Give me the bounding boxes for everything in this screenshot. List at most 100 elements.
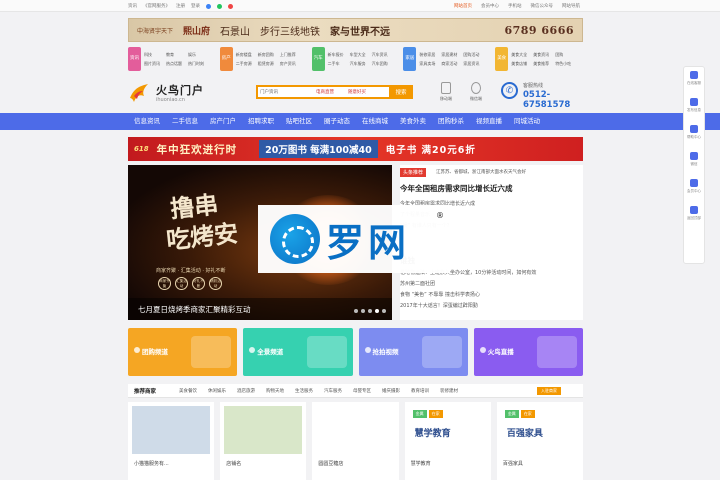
nav-item-7[interactable]: 美食外卖 xyxy=(394,113,432,130)
category-link[interactable]: 二手房源 xyxy=(236,61,252,67)
category-link[interactable]: 美食资讯 xyxy=(533,52,549,58)
slider-dot[interactable] xyxy=(368,309,372,313)
headline-item[interactable]: 食物 “美色” 不靠靠 撞击科学表扬心 xyxy=(400,290,583,301)
top-link-login[interactable]: 登录 xyxy=(191,3,200,9)
category-link[interactable]: 家具卖场 xyxy=(419,61,435,67)
category-link[interactable]: 汽车服务 xyxy=(350,61,366,67)
slider-dot[interactable] xyxy=(354,309,358,313)
category-link[interactable]: 美食推荐 xyxy=(533,61,549,67)
product-card[interactable]: 店铺名 xyxy=(220,402,307,480)
category-link[interactable]: 装修家居 xyxy=(419,52,435,58)
category-link[interactable]: 科技 xyxy=(144,52,160,58)
sidebar-item[interactable]: 微信 xyxy=(684,148,704,175)
merchant-tab[interactable]: 母婴专区 xyxy=(353,388,371,394)
hero-caption[interactable]: 七月夏日烧烤季商家汇聚精彩互动 xyxy=(138,304,251,315)
nav-item-9[interactable]: 视频直播 xyxy=(470,113,508,130)
top-link-news[interactable]: 资讯 xyxy=(128,3,137,9)
category-link[interactable]: 美食店铺 xyxy=(511,61,527,67)
feature-card[interactable]: 团购频道 xyxy=(128,328,238,376)
product-card[interactable]: 金属 在家 百强家具 百强家具 xyxy=(496,402,584,480)
slider-dot[interactable] xyxy=(361,309,365,313)
category-link[interactable]: 特色小吃 xyxy=(555,61,571,67)
slider-dot[interactable] xyxy=(382,309,386,313)
feature-card[interactable]: 全景频道 xyxy=(243,328,353,376)
merchant-tab[interactable]: 汽车服务 xyxy=(324,388,342,394)
qq-login-icon[interactable] xyxy=(206,3,211,9)
top-link-sitemap[interactable]: 网站导航 xyxy=(562,3,580,9)
category-icon[interactable]: 美食 xyxy=(495,47,509,71)
nav-item-3[interactable]: 招聘求职 xyxy=(242,113,280,130)
category-link[interactable]: 汽车团购 xyxy=(372,61,388,67)
top-link-register[interactable]: 注册 xyxy=(176,3,185,9)
nav-item-2[interactable]: 房产门户 xyxy=(204,113,242,130)
category-link[interactable]: 图片资讯 xyxy=(144,61,160,67)
category-icon[interactable]: 家居 xyxy=(403,47,417,71)
category-icon[interactable]: 房产 xyxy=(219,47,233,71)
category-link[interactable]: 家居资讯 xyxy=(463,61,479,67)
mobile-site-link[interactable]: 移动端 xyxy=(436,82,456,102)
category-link[interactable]: 上门推荐 xyxy=(280,52,296,58)
weibo-login-icon[interactable] xyxy=(228,3,233,9)
merchant-tab[interactable]: 购物天地 xyxy=(266,388,284,394)
product-card[interactable]: 金属 在家 慧学教育 慧学教育 xyxy=(404,402,491,480)
search-tag[interactable]: 随意好买 xyxy=(348,89,366,95)
sidebar-item[interactable]: 发布信息 xyxy=(684,94,704,121)
nav-item-6[interactable]: 在线商城 xyxy=(356,113,394,130)
scroll-notice[interactable]: 江苏苏、省都城，浙江南部大面水农天气会好 xyxy=(436,169,526,175)
top-link-mobile[interactable]: 手机站 xyxy=(508,3,522,9)
category-icon[interactable]: 汽车 xyxy=(311,47,325,71)
join-merchant-button[interactable]: 入驻商家 xyxy=(537,386,561,395)
product-card[interactable]: 小猫猫服务有... xyxy=(128,402,215,480)
category-link[interactable]: 教育 xyxy=(166,52,182,58)
headline-main[interactable]: 今年全国租房需求同比增长近六成 xyxy=(400,183,513,194)
top-link-service[interactable]: 《官网服务》 xyxy=(143,3,170,9)
top-link-home[interactable]: 网站首页 xyxy=(454,3,472,9)
search-box[interactable]: 门户资讯 电商直营 随意好买 搜索 xyxy=(256,85,413,99)
search-category-select[interactable]: 门户资讯 xyxy=(260,89,278,95)
nav-item-4[interactable]: 贴吧社区 xyxy=(280,113,318,130)
nav-item-10[interactable]: 同城活动 xyxy=(508,113,546,130)
category-link[interactable]: 租赁房源 xyxy=(258,61,274,67)
nav-item-8[interactable]: 团购秒杀 xyxy=(432,113,470,130)
merchant-tab[interactable]: 装修建材 xyxy=(440,388,458,394)
category-link[interactable]: 新房楼盘 xyxy=(236,52,252,58)
category-link[interactable]: 商家活动 xyxy=(441,61,457,67)
category-link[interactable]: 车型大全 xyxy=(350,52,366,58)
top-link-member[interactable]: 会员中心 xyxy=(481,3,499,9)
sidebar-item[interactable]: 会员中心 xyxy=(684,175,704,202)
category-link[interactable]: 团购 xyxy=(555,52,571,58)
search-tag[interactable]: 电商直营 xyxy=(316,89,334,95)
feature-card[interactable]: 抢拍视频 xyxy=(358,328,468,376)
merchant-tab[interactable]: 婚庆摄影 xyxy=(382,388,400,394)
category-icon[interactable]: 资讯 xyxy=(128,47,141,71)
firebird-logo-icon[interactable] xyxy=(128,82,150,104)
nav-item-0[interactable]: 信息资讯 xyxy=(128,113,166,130)
sidebar-item[interactable]: 返回顶部 xyxy=(684,202,704,229)
category-link[interactable]: 二手车 xyxy=(328,61,344,67)
wechat-login-icon[interactable] xyxy=(217,3,222,9)
headline-item[interactable]: 苏州第二面社团 xyxy=(400,279,583,290)
sidebar-item[interactable]: 帮助中心 xyxy=(684,121,704,148)
merchant-tab[interactable]: 美食餐饮 xyxy=(179,388,197,394)
category-link[interactable]: 美食大全 xyxy=(511,52,527,58)
wechat-site-link[interactable]: 微信端 xyxy=(466,82,486,102)
top-link-wechat[interactable]: 微信公众号 xyxy=(531,3,554,9)
feature-card[interactable]: 火鸟直播 xyxy=(473,328,583,376)
nav-item-5[interactable]: 圈子动态 xyxy=(318,113,356,130)
category-link[interactable]: 汽车资讯 xyxy=(372,52,388,58)
sale-banner-ad[interactable]: 618 年中狂欢进行时 20万图书 每满100减40 电子书 满20元6折 xyxy=(128,137,583,161)
category-link[interactable]: 热门时刻 xyxy=(188,61,204,67)
sidebar-item[interactable]: 在线客服 xyxy=(684,67,704,94)
merchant-tab[interactable]: 生活服务 xyxy=(295,388,313,394)
category-link[interactable]: 热点话题 xyxy=(166,61,182,67)
category-link[interactable]: 房产资讯 xyxy=(280,61,296,67)
category-link[interactable]: 家居建材 xyxy=(441,52,457,58)
category-link[interactable]: 娱乐 xyxy=(188,52,204,58)
headline-item[interactable]: 2017年十大谣言！深蛋编过辟阳勤 xyxy=(400,301,583,312)
category-link[interactable]: 新房团购 xyxy=(258,52,274,58)
slider-dot-active[interactable] xyxy=(375,309,379,313)
real-estate-banner-ad[interactable]: 中海贤宇天下 熙山府 石景山 步行三线地铁 家与世界不远 6789 6666 xyxy=(128,18,583,42)
category-link[interactable]: 新车报价 xyxy=(328,52,344,58)
category-link[interactable]: 团购活动 xyxy=(463,52,479,58)
product-card[interactable]: 圆圆豆糖店 xyxy=(312,402,399,480)
